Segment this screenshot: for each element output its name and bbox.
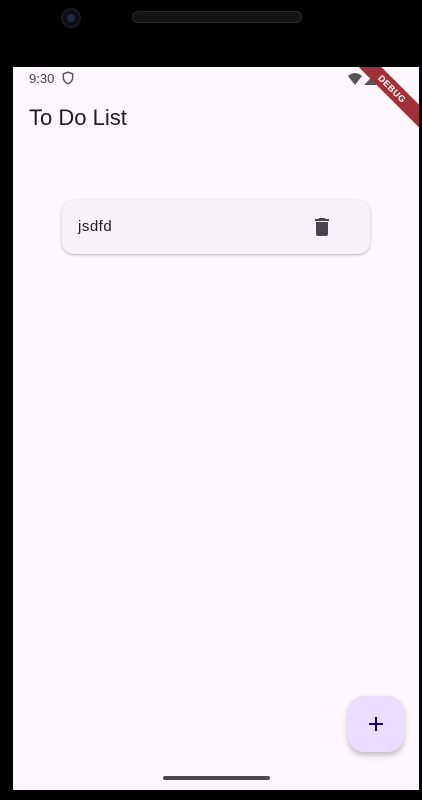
page-title: To Do List [29,105,127,130]
status-bar: 9:30 [13,67,419,91]
shield-icon [61,71,75,85]
delete-icon[interactable] [310,215,334,239]
add-todo-button[interactable] [348,696,404,752]
todo-item-text: jsdfd [78,218,113,235]
earpiece-speaker [132,11,302,23]
front-camera [61,8,81,28]
app-screen: 9:30 DEBUG To Do List jsdfd [13,67,419,790]
home-indicator[interactable] [163,776,270,780]
app-bar: To Do List [13,91,419,147]
wifi-icon [348,72,362,85]
add-icon [364,712,388,736]
todo-list-item[interactable]: jsdfd [62,200,370,254]
device-frame: 9:30 DEBUG To Do List jsdfd [0,0,422,800]
status-time: 9:30 [29,71,55,86]
